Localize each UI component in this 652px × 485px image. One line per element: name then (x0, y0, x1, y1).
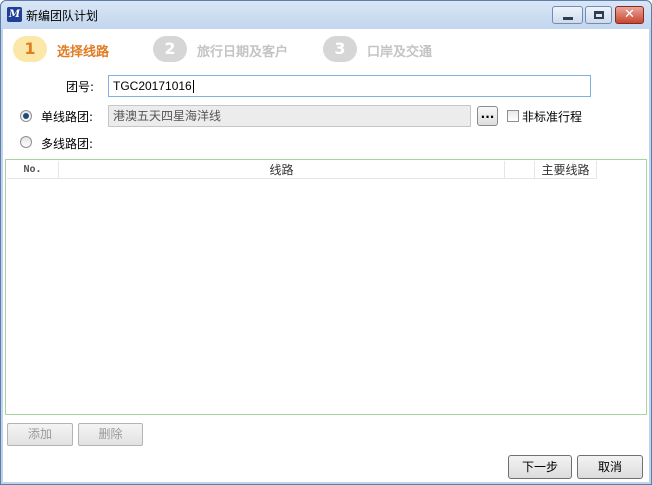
single-route-field: 港澳五天四星海洋线 (108, 105, 471, 127)
step-label: 旅行日期及客户 (197, 45, 289, 60)
maximize-icon (594, 11, 604, 19)
app-icon: M (7, 7, 22, 22)
step-number: 2 (153, 36, 187, 62)
text-caret (192, 80, 194, 94)
single-route-label: 单线路团: (41, 110, 94, 124)
minimize-button[interactable] (552, 6, 583, 24)
browse-route-button[interactable]: ... (477, 106, 498, 126)
step-label: 选择线路 (57, 45, 110, 60)
multi-route-label: 多线路团: (41, 137, 94, 151)
column-header-route[interactable]: 线路 (59, 161, 505, 179)
dialog-body: 1 选择线路 2 旅行日期及客户 3 口岸及交通 团号: TGC20171016… (3, 29, 649, 482)
single-route-radio[interactable] (20, 110, 32, 122)
column-header-main-route[interactable]: 主要线路 (535, 161, 597, 179)
step-number: 1 (13, 36, 47, 62)
non-standard-label: 非标准行程 (522, 110, 583, 124)
route-grid[interactable]: No. 线路 主要线路 (5, 159, 647, 415)
column-header-no[interactable]: No. (7, 161, 59, 179)
multi-route-radio[interactable] (20, 136, 32, 148)
group-no-input[interactable]: TGC20171016 (108, 75, 591, 97)
group-no-label: 团号: (66, 80, 95, 94)
title-bar[interactable]: M 新编团队计划 ✕ (1, 1, 651, 29)
non-standard-checkbox[interactable] (507, 110, 519, 122)
window-title: 新编团队计划 (26, 9, 99, 23)
close-icon: ✕ (624, 7, 635, 22)
minimize-icon (563, 17, 573, 20)
column-header-blank[interactable] (505, 161, 535, 179)
add-button[interactable]: 添加 (7, 423, 73, 446)
close-button[interactable]: ✕ (615, 6, 644, 24)
step-label: 口岸及交通 (367, 45, 433, 60)
dialog-window: M 新编团队计划 ✕ 1 选择线路 2 旅行日期及客户 3 口岸及交通 团号: … (0, 0, 652, 485)
group-no-value: TGC20171016 (113, 79, 192, 93)
maximize-button[interactable] (585, 6, 612, 24)
next-button[interactable]: 下一步 (508, 455, 572, 479)
grid-header: No. 线路 主要线路 (7, 161, 597, 179)
cancel-button[interactable]: 取消 (577, 455, 643, 479)
step-number: 3 (323, 36, 357, 62)
delete-button[interactable]: 删除 (78, 423, 143, 446)
